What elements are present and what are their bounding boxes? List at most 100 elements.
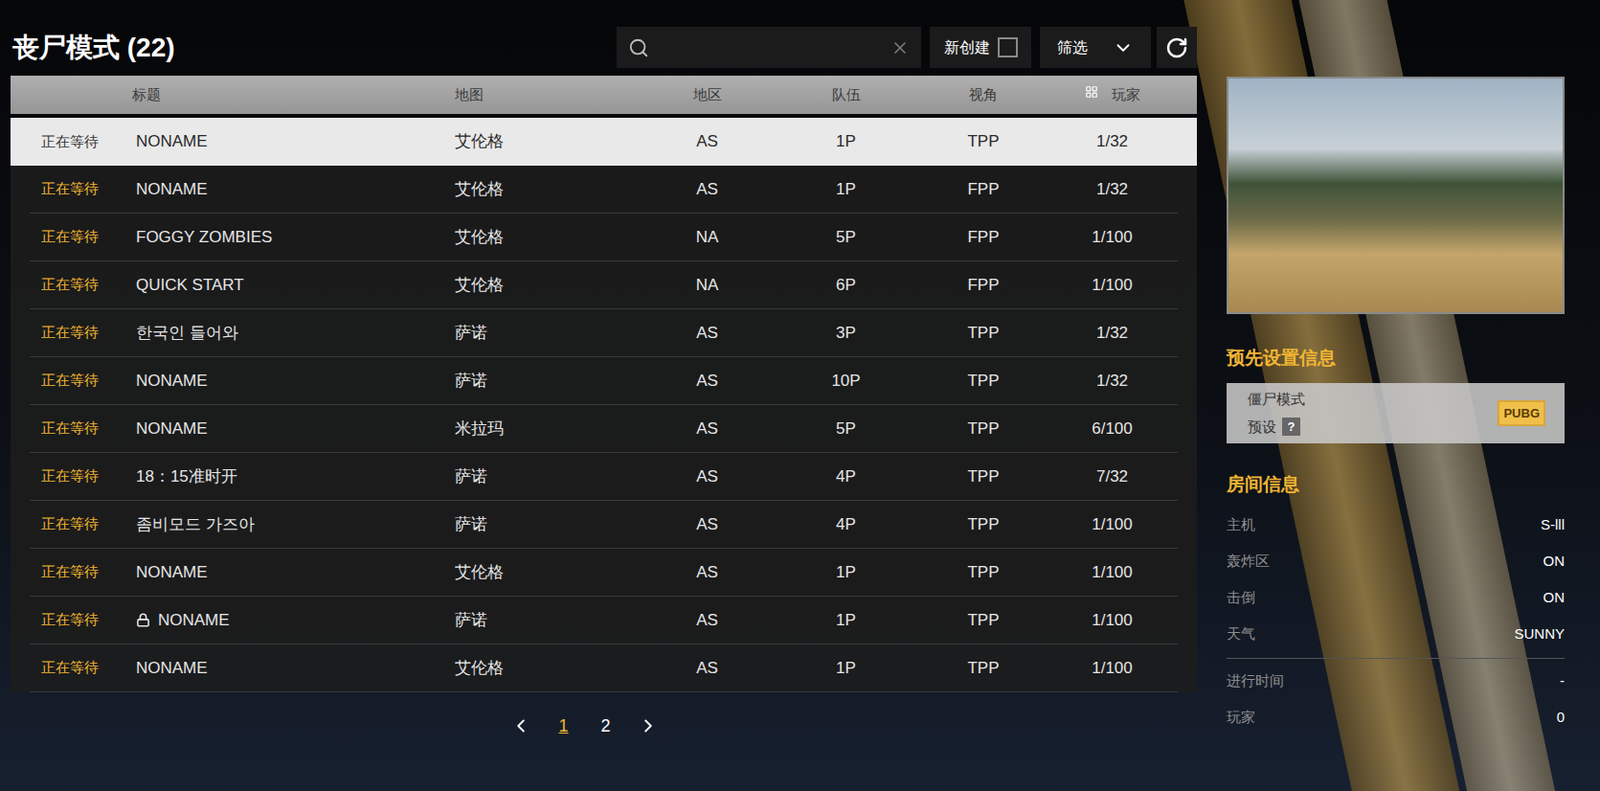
players-cell: 1/100 — [1046, 272, 1178, 298]
status-text: 正在等待 — [41, 417, 136, 440]
map-cell: 艾伦格 — [454, 655, 643, 681]
room-title: 좀비모드 가즈아 — [135, 512, 455, 538]
map-cell: 萨诺 — [454, 368, 643, 394]
status-text: 正在等待 — [41, 225, 136, 248]
lobby-panel: 丧尸模式 (22)新创建筛选标题地图地区队伍视角玩家正在等待NONAME艾伦格A… — [10, 0, 1197, 741]
table-row[interactable]: 正在等待NONAME艾伦格AS1PTPP1/100 — [10, 644, 1197, 693]
room-title: NONAME — [135, 177, 455, 203]
next-page-icon[interactable] — [637, 715, 659, 737]
page-button[interactable]: 1 — [552, 713, 574, 740]
divider — [1226, 657, 1565, 659]
column-header[interactable]: 玩家 — [1046, 84, 1178, 107]
info-value: SUNNY — [1513, 623, 1565, 646]
region-cell: AS — [642, 560, 772, 586]
view-cell: FPP — [920, 225, 1047, 250]
region-cell: AS — [642, 320, 772, 346]
preset-box: 僵尸模式预设?PUBG — [1226, 383, 1565, 444]
info-value: 0 — [1556, 706, 1565, 729]
map-cell: 萨诺 — [454, 512, 643, 538]
refresh-icon — [1165, 36, 1189, 60]
team-cell: 5P — [771, 225, 921, 250]
table-row[interactable]: 正在等待QUICK START艾伦格NA6PFPP1/100 — [10, 261, 1197, 310]
team-cell: 3P — [771, 320, 921, 346]
filter-dropdown[interactable]: 筛选 — [1039, 26, 1151, 68]
table-row[interactable]: 正在等待NONAME艾伦格AS1PTPP1/100 — [10, 548, 1197, 597]
search-input[interactable] — [656, 36, 883, 60]
refresh-button[interactable] — [1156, 26, 1197, 68]
view-cell: TPP — [920, 416, 1047, 442]
table-row[interactable]: 正在等待NONAME萨诺AS10PTPP1/32 — [10, 357, 1197, 406]
status-text: 正在等待 — [41, 561, 136, 584]
table-row[interactable]: 正在等待NONAME米拉玛AS5PTPP6/100 — [10, 405, 1197, 453]
team-cell: 6P — [771, 272, 921, 298]
players-cell: 1/100 — [1046, 608, 1178, 633]
team-cell: 1P — [771, 560, 921, 586]
room-settings: 主机S-lll轰炸区ON击倒ON天气SUNNY — [1226, 506, 1565, 653]
table-row[interactable]: 正在等待FOGGY ZOMBIES艾伦格NA5PFPP1/100 — [10, 213, 1197, 262]
checkbox[interactable] — [997, 37, 1018, 58]
table-row[interactable]: 正在等待18：15准时开萨诺AS4PTPP7/32 — [10, 452, 1197, 501]
page-title: 丧尸模式 (22) — [10, 27, 176, 68]
status-text: 正在等待 — [41, 465, 136, 488]
info-value: ON — [1543, 586, 1566, 609]
map-cell: 米拉玛 — [454, 416, 643, 442]
table-row[interactable]: 正在等待NONAME艾伦格AS1PFPP1/32 — [10, 165, 1197, 214]
room-title: NONAME — [135, 129, 455, 155]
status-text: 正在等待 — [41, 656, 136, 679]
column-header[interactable]: 地图 — [454, 84, 643, 107]
table-row[interactable]: 正在等待NONAME艾伦格AS1PTPP1/32 — [10, 117, 1197, 166]
room-title: NONAME — [135, 416, 455, 442]
page-button[interactable]: 2 — [595, 713, 617, 740]
info-label: 进行时间 — [1226, 670, 1285, 693]
map-cell: 艾伦格 — [454, 225, 643, 250]
map-cell: 艾伦格 — [454, 177, 643, 203]
view-cell: TPP — [920, 368, 1047, 394]
map-cell: 艾伦格 — [454, 272, 643, 298]
prev-page-icon[interactable] — [510, 715, 532, 737]
preset-title: 预先设置信息 — [1226, 345, 1565, 371]
pagination: 12 — [10, 711, 1197, 741]
info-value: - — [1559, 670, 1565, 693]
column-header[interactable]: 视角 — [920, 84, 1047, 107]
clear-icon[interactable] — [890, 38, 910, 58]
region-cell: AS — [642, 177, 772, 203]
region-cell: AS — [642, 368, 772, 394]
preset-mode: 僵尸模式 — [1247, 388, 1306, 411]
view-cell: TPP — [920, 320, 1047, 346]
room-title: NONAME — [135, 560, 455, 586]
status-text: 正在等待 — [41, 131, 136, 154]
table-row[interactable]: 正在等待NONAME萨诺AS1PTPP1/100 — [10, 596, 1197, 645]
view-cell: FPP — [920, 177, 1047, 203]
team-cell: 4P — [771, 512, 921, 538]
region-cell: AS — [642, 464, 772, 490]
lock-icon — [135, 612, 151, 628]
map-preview — [1226, 76, 1565, 315]
info-row: 天气SUNNY — [1226, 615, 1565, 653]
table-row[interactable]: 正在等待한국인 들어와萨诺AS3PTPP1/32 — [10, 309, 1197, 358]
table-header: 标题地图地区队伍视角玩家 — [10, 75, 1197, 114]
search-icon — [628, 37, 650, 59]
region-cell: AS — [642, 129, 772, 155]
column-header[interactable]: 队伍 — [771, 84, 921, 107]
players-cell: 1/100 — [1046, 225, 1178, 250]
help-badge[interactable]: ? — [1282, 417, 1301, 436]
new-created-toggle[interactable]: 新创建 — [929, 26, 1032, 68]
info-row: 轰炸区 ON — [1226, 542, 1565, 580]
top-bar: 丧尸模式 (22) 新创建筛选 — [10, 26, 1197, 68]
search-field[interactable] — [616, 26, 922, 68]
map-cell: 萨诺 — [454, 464, 643, 490]
info-row: 主机S-lll — [1226, 506, 1565, 543]
info-value: ON — [1543, 550, 1566, 573]
status-text: 正在等待 — [41, 513, 136, 536]
info-value: S-lll — [1540, 514, 1565, 537]
room-table: 标题地图地区队伍视角玩家正在等待NONAME艾伦格AS1PTPP1/32正在等待… — [10, 75, 1197, 693]
column-header[interactable]: 标题 — [132, 84, 455, 107]
map-cell: 艾伦格 — [454, 560, 643, 586]
status-text: 正在等待 — [41, 608, 136, 631]
column-header[interactable]: 地区 — [642, 84, 772, 107]
region-cell: AS — [642, 416, 772, 442]
table-row[interactable]: 正在等待좀비모드 가즈아萨诺AS4PTPP1/100 — [10, 500, 1197, 549]
info-label: 轰炸区 — [1226, 550, 1270, 573]
players-cell: 1/32 — [1046, 129, 1178, 155]
view-cell: TPP — [920, 608, 1047, 633]
